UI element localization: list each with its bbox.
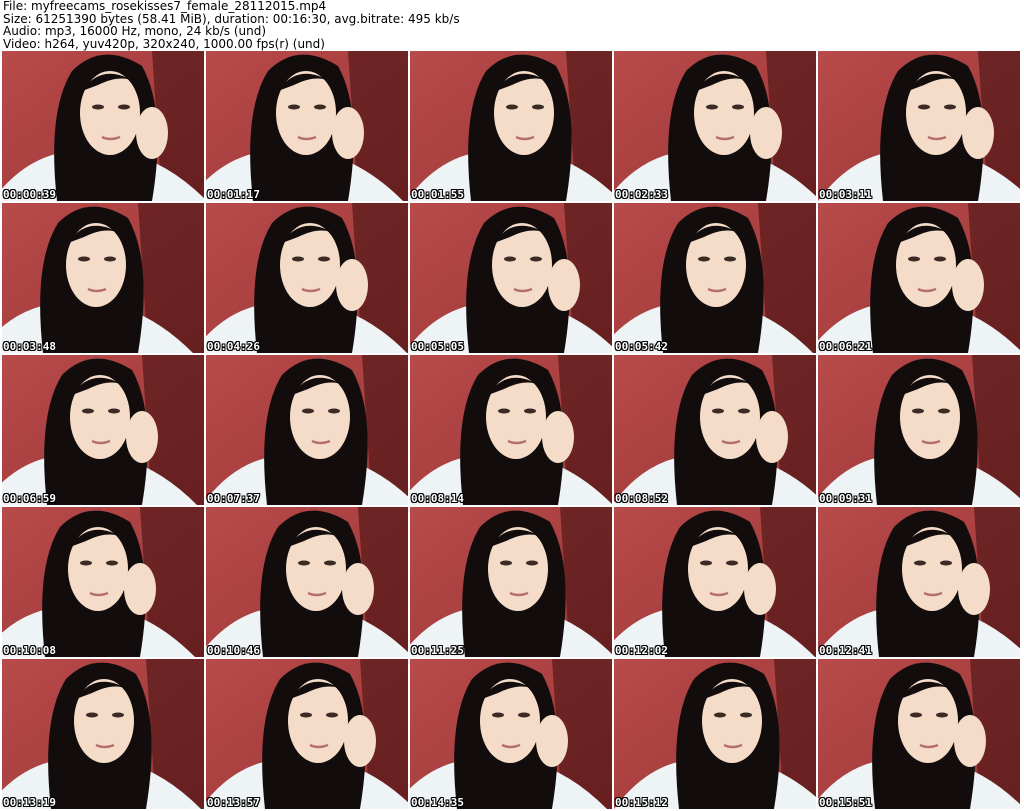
video-thumbnail: 00:03:11: [818, 51, 1020, 201]
video-thumbnail: 00:09:31: [818, 355, 1020, 505]
video-thumbnail: 00:01:55: [410, 51, 612, 201]
timestamp-label: 00:08:52: [615, 492, 668, 505]
timestamp-label: 00:05:05: [411, 340, 464, 353]
timestamp-label: 00:08:14: [411, 492, 464, 505]
timestamp-label: 00:15:12: [615, 796, 668, 809]
file-info-header: File: myfreecams_rosekisses7_female_2811…: [3, 0, 1021, 50]
video-thumbnail: 00:03:48: [2, 203, 204, 353]
timestamp-label: 00:03:11: [819, 188, 872, 201]
timestamp-label: 00:10:08: [3, 644, 56, 657]
timestamp-label: 00:13:57: [207, 796, 260, 809]
frame-image: [818, 507, 1020, 657]
frame-image: [2, 659, 204, 809]
timestamp-label: 00:09:31: [819, 492, 872, 505]
frame-image: [614, 51, 816, 201]
frame-image: [206, 507, 408, 657]
timestamp-label: 00:13:19: [3, 796, 56, 809]
video-info-line: Video: h264, yuv420p, 320x240, 1000.00 f…: [3, 36, 325, 51]
video-thumbnail: 00:12:02: [614, 507, 816, 657]
frame-image: [2, 507, 204, 657]
timestamp-label: 00:06:59: [3, 492, 56, 505]
frame-image: [614, 355, 816, 505]
timestamp-label: 00:07:37: [207, 492, 260, 505]
timestamp-label: 00:12:41: [819, 644, 872, 657]
video-thumbnail: 00:08:14: [410, 355, 612, 505]
timestamp-label: 00:15:51: [819, 796, 872, 809]
video-thumbnail: 00:10:08: [2, 507, 204, 657]
video-thumbnail: 00:05:05: [410, 203, 612, 353]
video-thumbnail: 00:12:41: [818, 507, 1020, 657]
video-thumbnail: 00:13:19: [2, 659, 204, 809]
timestamp-label: 00:04:26: [207, 340, 260, 353]
timestamp-label: 00:01:17: [207, 188, 260, 201]
frame-image: [206, 51, 408, 201]
video-thumbnail: 00:11:25: [410, 507, 612, 657]
frame-image: [2, 203, 204, 353]
frame-image: [818, 355, 1020, 505]
frame-image: [410, 507, 612, 657]
video-thumbnail: 00:01:17: [206, 51, 408, 201]
timestamp-label: 00:10:46: [207, 644, 260, 657]
video-thumbnail: 00:15:51: [818, 659, 1020, 809]
frame-image: [410, 355, 612, 505]
frame-image: [410, 659, 612, 809]
frame-image: [2, 355, 204, 505]
timestamp-label: 00:06:21: [819, 340, 872, 353]
audio-info-line: Audio: mp3, 16000 Hz, mono, 24 kb/s (und…: [3, 24, 267, 38]
video-thumbnail: 00:10:46: [206, 507, 408, 657]
thumbnail-grid: 00:00:39 00:01:17 00:01:55 00:02:33 00:03:11…: [2, 51, 1020, 809]
frame-image: [614, 507, 816, 657]
video-thumbnail: 00:06:59: [2, 355, 204, 505]
timestamp-label: 00:03:48: [3, 340, 56, 353]
frame-image: [206, 203, 408, 353]
frame-image: [818, 203, 1020, 353]
frame-image: [410, 51, 612, 201]
video-thumbnail: 00:08:52: [614, 355, 816, 505]
video-thumbnail: 00:13:57: [206, 659, 408, 809]
video-thumbnail: 00:05:42: [614, 203, 816, 353]
frame-image: [410, 203, 612, 353]
frame-image: [818, 659, 1020, 809]
video-thumbnail: 00:07:37: [206, 355, 408, 505]
file-name-line: File: myfreecams_rosekisses7_female_2811…: [3, 0, 327, 13]
frame-image: [818, 51, 1020, 201]
video-thumbnail: 00:06:21: [818, 203, 1020, 353]
frame-image: [206, 659, 408, 809]
frame-image: [614, 203, 816, 353]
timestamp-label: 00:02:33: [615, 188, 668, 201]
video-thumbnail: 00:04:26: [206, 203, 408, 353]
video-thumbnail: 00:15:12: [614, 659, 816, 809]
frame-image: [206, 355, 408, 505]
video-thumbnail: 00:00:39: [2, 51, 204, 201]
frame-image: [614, 659, 816, 809]
timestamp-label: 00:12:02: [615, 644, 668, 657]
timestamp-label: 00:11:25: [411, 644, 464, 657]
timestamp-label: 00:05:42: [615, 340, 668, 353]
video-thumbnail: 00:14:35: [410, 659, 612, 809]
frame-image: [2, 51, 204, 201]
timestamp-label: 00:14:35: [411, 796, 464, 809]
timestamp-label: 00:00:39: [3, 188, 56, 201]
timestamp-label: 00:01:55: [411, 188, 464, 201]
video-thumbnail: 00:02:33: [614, 51, 816, 201]
